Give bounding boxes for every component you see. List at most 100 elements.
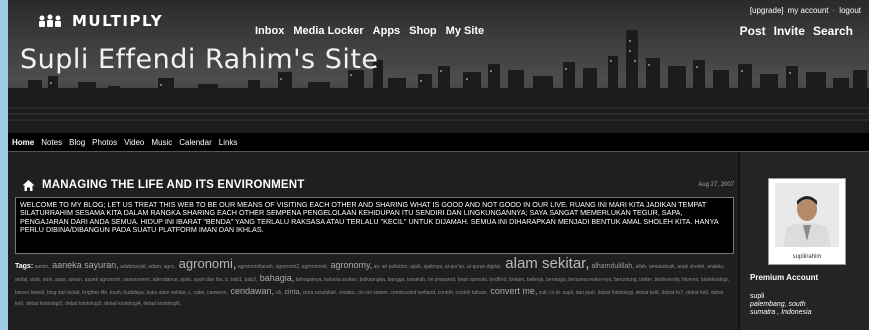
tag-link[interactable]: aspek agronomi, — [83, 277, 122, 283]
tag-link[interactable]: bedford, — [488, 277, 507, 283]
tag-link[interactable]: debat kristologi2, — [24, 301, 64, 307]
tag-link[interactable]: cintaku, — [337, 290, 356, 296]
tag-link[interactable]: cendawan, — [228, 286, 274, 296]
nav-shop[interactable]: Shop — [409, 25, 437, 37]
tag-link[interactable]: alhamdulillah, — [590, 263, 634, 270]
tag-link[interactable]: agro, — [162, 264, 175, 270]
tag-link[interactable]: buku alam sekitar, — [145, 290, 186, 296]
tag-link[interactable]: air pollution, — [380, 264, 409, 270]
tag-link[interactable]: arab, — [29, 277, 41, 283]
tab-photos[interactable]: Photos — [92, 138, 117, 147]
nav-my-site[interactable]: My Site — [446, 25, 485, 37]
tag-link[interactable]: bersama make-nya, — [567, 277, 612, 283]
post-title[interactable]: MANAGING THE LIFE AND ITS ENVIRONMENT — [42, 179, 305, 191]
tab-music[interactable]: Music — [151, 138, 172, 147]
nav-post[interactable]: Post — [740, 24, 766, 38]
tag-link[interactable]: bahasa soalan, — [323, 277, 358, 283]
tag-link[interactable]: andal, — [15, 277, 29, 283]
logout-link[interactable]: logout — [839, 6, 861, 15]
nav-apps[interactable]: Apps — [373, 25, 401, 37]
tag-link[interactable]: bush, — [108, 290, 122, 296]
tag-link[interactable]: aaneka sayuran, — [50, 260, 119, 270]
tag-link[interactable]: bekerja, — [526, 277, 545, 283]
tag-link[interactable]: attendance, — [151, 277, 179, 283]
tag-link[interactable]: adam, — [147, 264, 162, 270]
tag-link[interactable]: ayah, — [179, 277, 192, 283]
tag-link[interactable]: anak sholeh, — [676, 264, 705, 270]
tag-link[interactable]: cabe, — [192, 290, 205, 296]
tag-link[interactable]: bioteknologi, — [700, 277, 729, 283]
tag-link[interactable]: biomes, — [681, 277, 700, 283]
nav-search[interactable]: Search — [813, 24, 853, 38]
site-title[interactable]: Supli Effendi Rahim's Site — [20, 44, 379, 75]
tag-link[interactable]: allah, — [634, 264, 648, 270]
tag-link[interactable]: be prepared, — [427, 277, 456, 283]
tag-link[interactable]: amalanbaik, — [648, 264, 676, 270]
tag-link[interactable]: blog dan kelab, — [46, 290, 81, 296]
tag-link[interactable]: adabmasjid, — [119, 264, 147, 270]
tag-link[interactable]: debat ks7, — [660, 290, 685, 296]
tag-link[interactable]: ciri-ciri sistem, — [356, 290, 389, 296]
upgrade-link[interactable]: [upgrade] — [750, 6, 784, 15]
tag-link[interactable]: al-qur'an, — [443, 264, 466, 270]
tab-video[interactable]: Video — [124, 138, 144, 147]
tag-link[interactable]: ajaib, — [409, 264, 422, 270]
tag-link[interactable]: ajaibnya, — [422, 264, 443, 270]
tag-link[interactable]: contoh, — [436, 290, 454, 296]
tag-link[interactable]: alam sekitar, — [501, 255, 589, 272]
tag-link[interactable]: budidaya, — [122, 290, 145, 296]
tag-link[interactable]: arini, — [41, 277, 54, 283]
tag-link[interactable]: cili, — [274, 290, 282, 296]
tag-link[interactable]: constructed wetland, — [389, 290, 437, 296]
tag-link[interactable]: bab3, — [243, 277, 258, 283]
tag-link[interactable]: better, — [638, 277, 653, 283]
avatar-card[interactable]: supliirahim — [768, 178, 846, 265]
tag-link[interactable]: debat hrtistologi, — [596, 290, 635, 296]
tag-link[interactable]: cuti, — [537, 290, 548, 296]
tag-link[interactable]: bekam, — [508, 277, 525, 283]
tag-link[interactable]: asas, — [54, 277, 67, 283]
tag-link[interactable]: assessment, — [122, 277, 151, 283]
tag-link[interactable]: convert me, — [488, 286, 537, 296]
tag-link[interactable]: biodiversity, — [653, 277, 681, 283]
tag-link[interactable]: bahagianya, — [294, 277, 323, 283]
tab-notes[interactable]: Notes — [41, 138, 62, 147]
tag-link[interactable]: berniaga, — [545, 277, 567, 283]
tab-home[interactable]: Home — [12, 138, 34, 147]
tag-link[interactable]: bab1, — [229, 277, 244, 283]
tag-link[interactable]: ayah dan ibu, — [192, 277, 224, 283]
nav-inbox[interactable]: Inbox — [255, 25, 284, 37]
tag-link[interactable]: agronomist, — [300, 264, 328, 270]
tag-link[interactable]: debat kristologi4, — [103, 301, 142, 307]
tag-link[interactable]: baiksangka, — [358, 277, 387, 283]
tag-link[interactable]: cinta, — [283, 289, 302, 296]
tag-link[interactable]: agronomi, — [175, 256, 237, 271]
tag-link[interactable]: cinta rasulullah, — [301, 290, 338, 296]
tab-calendar[interactable]: Calendar — [179, 138, 211, 147]
tag-link[interactable]: debat kristologi6, — [142, 301, 181, 307]
tag-link[interactable]: bisnes ketedi, — [15, 290, 46, 296]
tag-link[interactable]: cameron, — [206, 290, 228, 296]
tag-link[interactable]: asean, — [67, 277, 83, 283]
tag-link[interactable]: beruntung, — [613, 277, 638, 283]
tag-link[interactable]: contoh tulisan, — [454, 290, 488, 296]
tag-link[interactable]: aamin, — [35, 264, 50, 270]
tag-link[interactable]: dari jauh, — [574, 290, 597, 296]
tag-link[interactable]: brighter life, — [81, 290, 108, 296]
tag-link[interactable]: agronomi2, — [274, 264, 300, 270]
tag-link[interactable]: bangga, — [386, 277, 406, 283]
tag-link[interactable]: anakku, — [706, 264, 725, 270]
my-account-link[interactable]: my account — [788, 6, 829, 15]
multiply-logo[interactable]: MULTIPLY — [38, 12, 163, 30]
tag-link[interactable]: barakah, — [406, 277, 426, 283]
tag-link[interactable]: al-quran digital, — [466, 264, 501, 270]
tag-link[interactable]: agronomi/tanah, — [236, 264, 274, 270]
nav-invite[interactable]: Invite — [774, 24, 805, 38]
tab-links[interactable]: Links — [219, 138, 238, 147]
tag-link[interactable]: debat kristologi3, — [64, 301, 103, 307]
tab-blog[interactable]: Blog — [69, 138, 85, 147]
tag-link[interactable]: cv dr. supli, — [548, 290, 574, 296]
tag-link[interactable]: bean sprouts, — [456, 277, 488, 283]
tag-link[interactable]: debat ke8, — [685, 290, 709, 296]
tag-link[interactable]: agronomy, — [328, 260, 372, 270]
